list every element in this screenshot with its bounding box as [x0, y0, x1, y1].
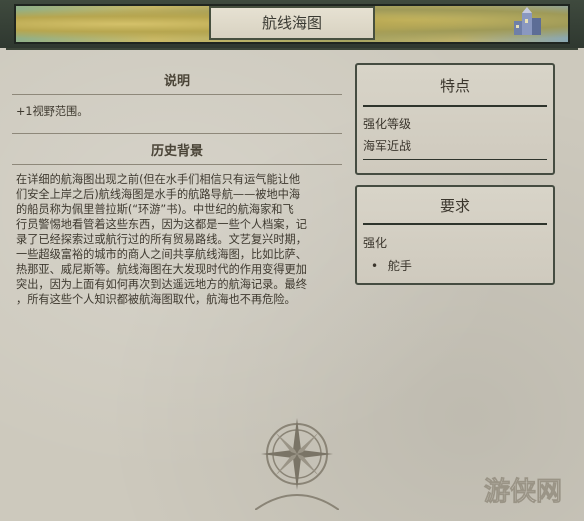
requirements-panel: 要求 强化 • 舵手	[355, 185, 555, 285]
history-line: 热那亚、威尼斯等。航线海图在大发现时代的作用变得更加	[16, 263, 307, 276]
title-divider	[6, 48, 578, 50]
watermark-logo: 游侠网	[484, 476, 563, 508]
history-line: 们安全上岸之后)航线海图是水手的航路导航——被地中海	[16, 188, 301, 201]
requirements-item-label: 舵手	[387, 259, 412, 273]
history-line: 一些超级富裕的城市的商人之间共享航线海图，比如比萨、	[16, 248, 307, 261]
features-heading: 特点	[439, 77, 470, 95]
history-line: 行员警惕地看管着这些东西，因为这都是一些个人档案，记	[16, 218, 307, 231]
description-divider	[12, 94, 342, 95]
history-line: 的船员称为佩里普拉斯(“环游”书)。中世纪的航海家和飞	[16, 203, 294, 216]
history-line: 突出，因为上面有如何再次到达遥远地方的航海记录。最终	[16, 278, 307, 291]
features-item-naval-melee: 海军近战	[363, 139, 412, 153]
bullet-icon: •	[371, 259, 379, 273]
requirements-heading-bar	[363, 223, 547, 225]
history-line: 录了已经探索过或航行过的所有贸易路线。文艺复兴时期，	[16, 233, 307, 246]
history-line: 在详细的航海图出现之前(但在水手们相信只有运气能让他	[16, 173, 301, 186]
window-title: 航线海图	[209, 6, 375, 40]
description-text: +1视野范围。	[16, 105, 89, 118]
history-divider-top	[12, 133, 342, 134]
features-bottom-bar	[363, 159, 547, 160]
history-text-block: 在详细的航海图出现之前(但在水手们相信只有运气能让他 们安全上岸之后)航线海图是…	[16, 172, 348, 307]
features-panel: 特点 强化等级 海军近战	[355, 63, 555, 175]
features-heading-bar	[363, 105, 547, 107]
watermark-text: 游侠网	[484, 476, 562, 507]
compass-rose-icon	[255, 418, 339, 510]
title-bar: 航线海图	[0, 0, 584, 48]
requirements-list-item: • 舵手	[371, 257, 412, 274]
history-divider-bottom	[12, 164, 342, 165]
history-heading: 历史背景	[150, 144, 203, 159]
city-icon	[514, 7, 541, 35]
requirements-category: 强化	[363, 236, 388, 250]
description-heading: 说明	[163, 74, 190, 89]
history-line: ，所有这些个人知识都被航海图取代，航海也不再危险。	[16, 293, 296, 306]
requirements-heading: 要求	[439, 197, 470, 215]
features-item-level: 强化等级	[363, 117, 412, 131]
